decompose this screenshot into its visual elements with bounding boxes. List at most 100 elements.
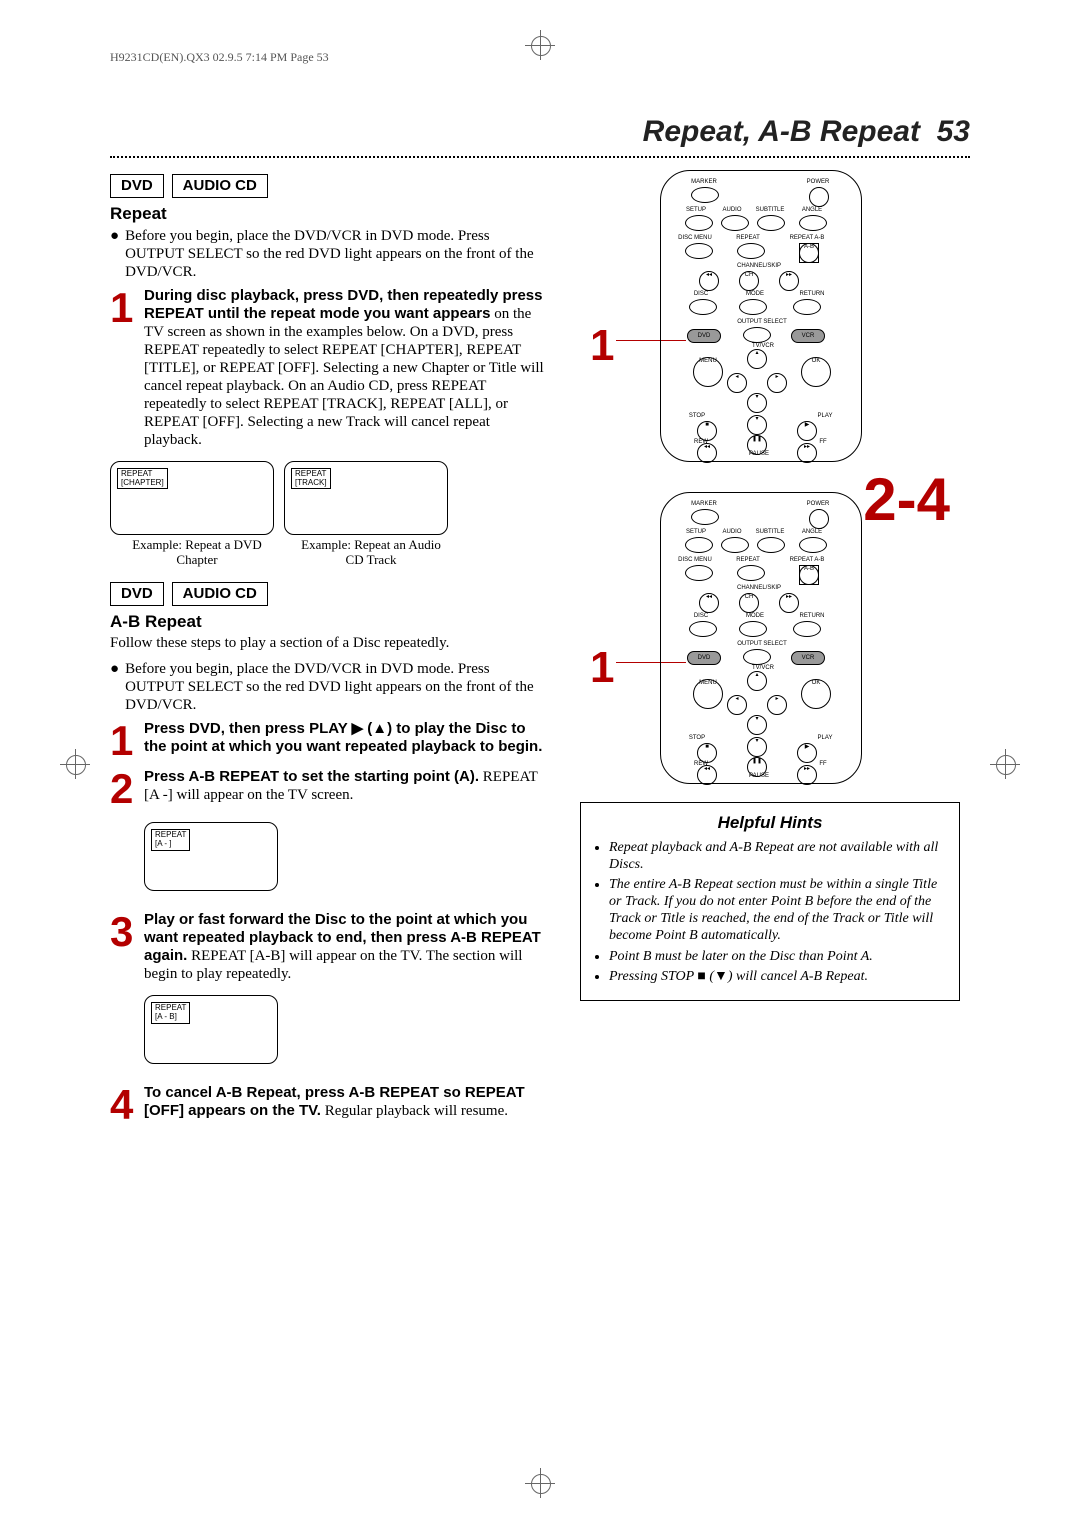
remote-button: ▾ — [747, 393, 767, 413]
remote-button: ▶ — [797, 743, 817, 763]
remote-label: OUTPUT SELECT — [727, 319, 797, 326]
hint-item: Repeat playback and A-B Repeat are not a… — [609, 840, 947, 874]
remote-button — [685, 215, 713, 231]
remote1-callout: 1 — [590, 320, 614, 373]
remote-button: MENU — [693, 357, 723, 387]
remote-label: SUBTITLE — [755, 207, 785, 214]
tv-example-chapter: REPEAT[CHAPTER] — [110, 461, 274, 535]
remote-button — [691, 187, 719, 203]
tv-example-ab: REPEAT[A - B] — [144, 995, 278, 1064]
remote2-callout-1: 1 — [590, 642, 614, 695]
remote-label: SETUP — [683, 207, 709, 214]
remote-label: DISC MENU — [677, 235, 713, 242]
ab-step-2: Press A-B REPEAT to set the starting poi… — [144, 768, 550, 810]
remote-button: ▸▸ — [779, 271, 799, 291]
ab-step-1-num: 1 — [110, 720, 144, 762]
remote-button — [743, 327, 771, 343]
ab-line1: Follow these steps to play a section of … — [110, 634, 550, 652]
remote-button: VCR — [791, 329, 825, 343]
repeat-intro: ●Before you begin, place the DVD/VCR in … — [110, 227, 550, 281]
remote-label: MARKER — [689, 501, 719, 508]
ab-step-1: Press DVD, then press PLAY ▶ (▲) to play… — [144, 720, 550, 762]
remote-label: REPEAT A-B — [785, 235, 829, 242]
remote-button: ▸ — [767, 695, 787, 715]
remote-button: A-B — [799, 565, 819, 585]
remote-button — [757, 215, 785, 231]
repeat-step1: During disc playback, press DVD, then re… — [144, 287, 550, 449]
mode-audiocd-2: AUDIO CD — [172, 582, 268, 606]
remote-button: DVD — [687, 329, 721, 343]
helpful-hints: Helpful Hints Repeat playback and A-B Re… — [580, 802, 960, 1001]
remote-button: ▸▸ — [779, 593, 799, 613]
remote-label: FF — [813, 761, 833, 768]
remote-label: MODE — [743, 291, 767, 298]
remote-label: MARKER — [689, 179, 719, 186]
hints-title: Helpful Hints — [593, 813, 947, 833]
remote-button: MENU — [693, 679, 723, 709]
remote-button — [809, 187, 829, 207]
divider — [110, 154, 970, 158]
remote-button — [793, 299, 821, 315]
remote-button: ◂ — [727, 373, 747, 393]
remote-label: REPEAT — [733, 235, 763, 242]
remote-label: CHANNEL/SKIP — [719, 263, 799, 270]
remote-label: ANGLE — [799, 529, 825, 536]
remote-label: REPEAT — [733, 557, 763, 564]
mode-audiocd: AUDIO CD — [172, 174, 268, 198]
remote-label: AUDIO — [719, 207, 745, 214]
hint-item: The entire A-B Repeat section must be wi… — [609, 877, 947, 944]
remote-label: DISC — [689, 291, 713, 298]
remote-label: OUTPUT SELECT — [727, 641, 797, 648]
remote-label: STOP — [685, 735, 709, 742]
remote-label: FF — [813, 439, 833, 446]
remote-button — [685, 537, 713, 553]
mode-dvd-2: DVD — [110, 582, 164, 606]
remote-label: DISC MENU — [677, 557, 713, 564]
remote-button: ▸▸ — [797, 765, 817, 785]
step-number-1: 1 — [110, 287, 144, 449]
ab-step-3: Play or fast forward the Disc to the poi… — [144, 911, 550, 983]
hint-item: Point B must be later on the Disc than P… — [609, 949, 947, 966]
remote-label: POWER — [803, 501, 833, 508]
remote-label: PLAY — [813, 413, 837, 420]
remote-button: ◂◂ — [697, 765, 717, 785]
remote-button: OK — [801, 357, 831, 387]
remote-button: OK — [801, 679, 831, 709]
remote-button — [737, 243, 765, 259]
remote-label: MODE — [743, 613, 767, 620]
remote-button: DVD — [687, 651, 721, 665]
remote-button: CH — [739, 593, 759, 613]
remote-button: ▴ — [747, 671, 767, 691]
remote-label: POWER — [803, 179, 833, 186]
ab-step-2-num: 2 — [110, 768, 144, 810]
remote-label: PLAY — [813, 735, 837, 742]
ab-line2: ●Before you begin, place the DVD/VCR in … — [110, 660, 550, 714]
remote-label: CHANNEL/SKIP — [719, 585, 799, 592]
remote-label: RETURN — [797, 291, 827, 298]
remote-button — [685, 565, 713, 581]
tv-caption-chapter: Example: Repeat a DVD Chapter — [122, 537, 272, 568]
page-title: Repeat, A-B Repeat 53 — [110, 114, 970, 150]
ab-step-4-num: 4 — [110, 1084, 144, 1126]
remote-illustration-1: MARKERPOWERSETUPAUDIOSUBTITLEANGLEDISC M… — [660, 170, 862, 462]
repeat-heading: Repeat — [110, 204, 550, 224]
remote-label: SUBTITLE — [755, 529, 785, 536]
remote-button: ■ — [697, 743, 717, 763]
mode-dvd: DVD — [110, 174, 164, 198]
remote-button: ▾ — [747, 415, 767, 435]
remote-button — [757, 537, 785, 553]
remote-button: ◂◂ — [699, 271, 719, 291]
remote-button: ▸▸ — [797, 443, 817, 463]
remote-button: ◂◂ — [699, 593, 719, 613]
remote-label: SETUP — [683, 529, 709, 536]
remote-button — [799, 537, 827, 553]
remote-label: REPEAT A-B — [785, 557, 829, 564]
remote-button: A-B — [799, 243, 819, 263]
remote-button — [721, 215, 749, 231]
remote-label: AUDIO — [719, 529, 745, 536]
remote-label: STOP — [685, 413, 709, 420]
tv-caption-track: Example: Repeat an Audio CD Track — [296, 537, 446, 568]
tv-example-a: REPEAT[A - ] — [144, 822, 278, 891]
remote-button: CH — [739, 271, 759, 291]
remote-button: ▸ — [767, 373, 787, 393]
